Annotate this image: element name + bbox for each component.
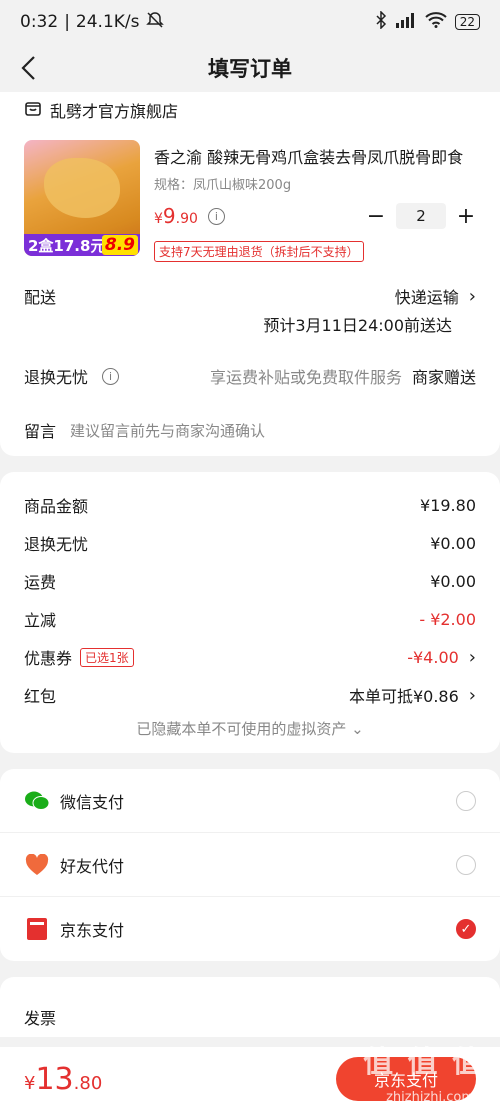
info-icon[interactable]: i (207, 207, 225, 225)
summary-shipping: 运费 ¥0.00 (24, 571, 476, 593)
invoice-row[interactable]: 发票 (0, 977, 500, 1037)
message-row: 留言 建议留言前先与商家沟通确认 (0, 418, 500, 442)
delivery-label: 配送 (24, 288, 57, 307)
watermark-url: zhizhizhi.com (386, 1090, 474, 1105)
product-spec[interactable]: 规格：凤爪山椒味200g (154, 174, 476, 193)
product-price: ¥9.90 (154, 204, 198, 228)
quantity-stepper: − 2 + (366, 203, 476, 229)
chevron-left-icon (21, 56, 35, 80)
wifi-icon (425, 11, 447, 33)
payment-methods: 微信支付 好友代付 京东支付 ✓ (0, 769, 500, 961)
chevron-right-icon: › (468, 684, 476, 706)
chevron-down-icon: ⌄ (351, 720, 364, 738)
pay-wechat[interactable]: 微信支付 (0, 769, 500, 833)
delivery-eta: 预计3月11日24:00前送达 (263, 316, 452, 335)
message-input[interactable]: 建议留言前先与商家沟通确认 (70, 420, 265, 441)
chevron-right-icon: › (468, 646, 476, 668)
summary-return: 退换无忧 ¥0.00 (24, 533, 476, 555)
quantity-value[interactable]: 2 (396, 203, 446, 229)
mute-icon (145, 11, 164, 34)
battery-indicator: 22 (454, 14, 480, 30)
back-button[interactable] (20, 52, 50, 84)
product-image[interactable]: 2盒17.8元 8.9 (24, 140, 140, 256)
jd-pay-icon (24, 916, 50, 942)
nav-bar: 填写订单 (0, 44, 500, 92)
radio-jd-selected[interactable]: ✓ (456, 919, 476, 939)
return-service-desc: 享运费补贴或免费取件服务 (209, 368, 402, 387)
invoice-label: 发票 (24, 1009, 57, 1028)
page-title: 填写订单 (208, 57, 292, 81)
status-time: 0:32 (20, 12, 59, 32)
bottom-bar: ¥13.80 京东支付 值 值 值 zhizhizhi.com (0, 1045, 500, 1111)
pay-jd[interactable]: 京东支付 ✓ (0, 897, 500, 961)
hidden-assets-toggle[interactable]: 已隐藏本单不可使用的虚拟资产 ⌄ (0, 718, 500, 739)
radio-friend[interactable] (456, 854, 476, 875)
summary-redpack[interactable]: 红包 本单可抵¥0.86 › (0, 676, 500, 714)
product-item: 2盒17.8元 8.9 香之渝 酸辣无骨鸡爪盒装去骨凤爪脱骨即食 规格：凤爪山椒… (0, 132, 500, 262)
decrement-button[interactable]: − (366, 204, 386, 229)
total-price: ¥13.80 (24, 1061, 103, 1097)
heart-pay-icon (24, 852, 50, 878)
summary-coupon[interactable]: 优惠券 已选1张 -¥4.00 › (0, 638, 500, 676)
wechat-icon (24, 788, 50, 814)
delivery-row[interactable]: 配送 快递运输 › 预计3月11日24:00前送达 (0, 284, 500, 336)
return-service-row[interactable]: 退换无忧 i 享运费补贴或免费取件服务 商家赠送 (0, 364, 500, 388)
summary-discount: 立减 - ¥2.00 (24, 609, 476, 631)
delivery-method: 快递运输 (394, 288, 459, 307)
price-summary: 商品金额 ¥19.80 退换无忧 ¥0.00 运费 ¥0.00 立减 - ¥2.… (0, 472, 500, 753)
message-label: 留言 (24, 422, 57, 441)
bluetooth-icon (375, 9, 387, 34)
increment-button[interactable]: + (456, 204, 476, 229)
return-policy-tag: 支持7天无理由退货（拆封后不支持） (154, 241, 364, 262)
order-card: 乱劈才官方旗舰店 2盒17.8元 8.9 香之渝 酸辣无骨鸡爪盒装去骨凤爪脱骨即… (0, 92, 500, 456)
radio-wechat[interactable] (456, 790, 476, 811)
store-icon (24, 99, 42, 121)
return-service-provider: 商家赠送 (411, 368, 476, 387)
return-service-label: 退换无忧 (24, 368, 89, 387)
chevron-right-icon: › (468, 285, 476, 307)
product-name[interactable]: 香之渝 酸辣无骨鸡爪盒装去骨凤爪脱骨即食 (154, 144, 476, 168)
watermark: 值 值 值 (363, 1045, 484, 1080)
summary-goods: 商品金额 ¥19.80 (24, 495, 476, 517)
status-bar: 0:32 | 24.1K/s 22 (0, 0, 500, 44)
info-icon[interactable]: i (102, 367, 120, 385)
coupon-badge: 已选1张 (80, 647, 134, 667)
promo-banner: 2盒17.8元 8.9 (24, 234, 140, 256)
shop-name: 乱劈才官方旗舰店 (50, 102, 179, 121)
signal-icon (395, 12, 417, 33)
status-speed: 24.1K/s (75, 12, 140, 32)
pay-friend[interactable]: 好友代付 (0, 833, 500, 897)
shop-header[interactable]: 乱劈才官方旗舰店 (0, 92, 500, 132)
